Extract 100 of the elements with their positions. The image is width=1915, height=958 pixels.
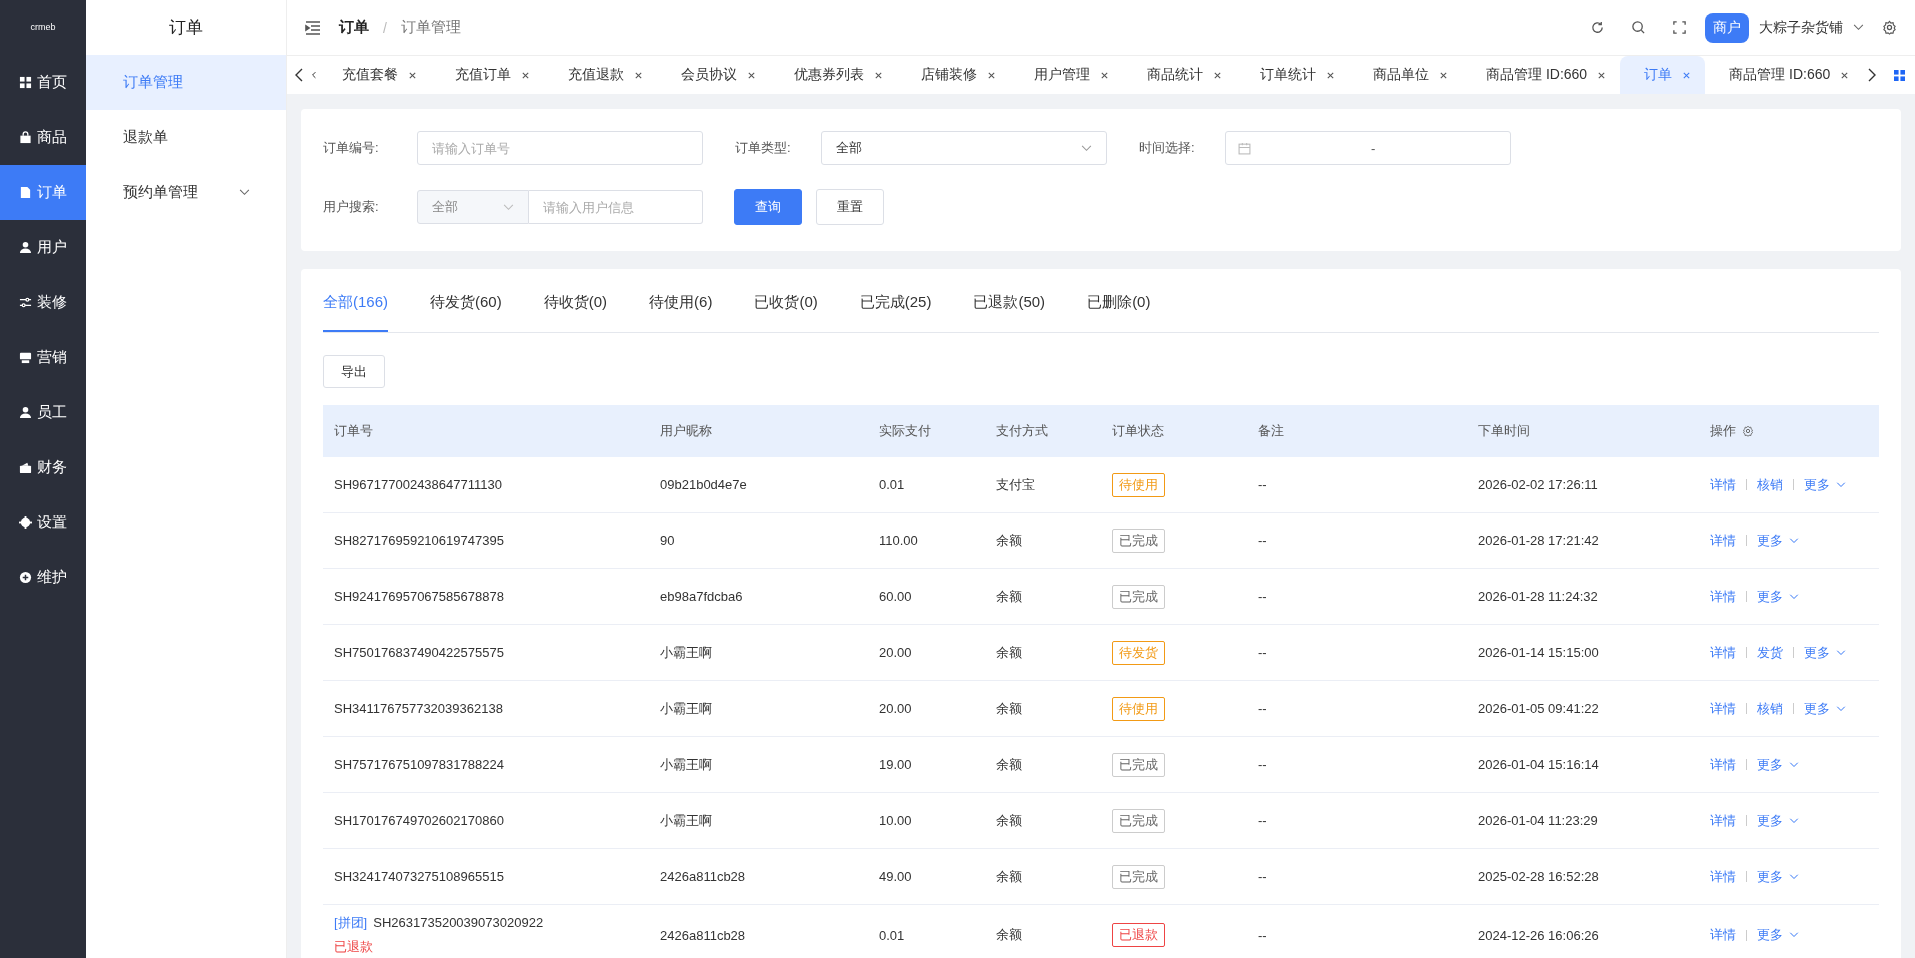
status-tab[interactable]: 已完成(25) — [859, 277, 932, 332]
action-link[interactable]: 核销 — [1757, 699, 1783, 718]
close-icon[interactable] — [987, 70, 996, 80]
field-label: 用户搜索: — [323, 198, 380, 216]
grid-icon[interactable] — [1894, 69, 1905, 81]
search-button[interactable]: 查询 — [734, 189, 802, 225]
page-tab[interactable]: 订单 — [1620, 56, 1706, 94]
status-tab[interactable]: 待发货(60) — [430, 277, 502, 332]
page-tab[interactable]: 商品管理 ID:660 — [1705, 56, 1864, 94]
page-tab[interactable]: 充值退款 — [544, 56, 657, 94]
page-tab[interactable]: 充值套餐 — [318, 56, 431, 94]
submenu-item[interactable]: 预约单管理 — [86, 165, 286, 220]
close-icon[interactable] — [1682, 70, 1692, 80]
date-range-field[interactable]: - — [1225, 131, 1511, 165]
action-link[interactable]: 更多 — [1757, 755, 1783, 774]
nav-item[interactable]: 用户 — [0, 220, 86, 275]
action-link[interactable]: 详情 — [1710, 699, 1736, 718]
nav-item[interactable]: 商品 — [0, 110, 86, 165]
table-cell: 2426a811cb28 — [660, 869, 746, 884]
close-icon[interactable] — [1213, 70, 1222, 80]
settings-icon[interactable] — [1882, 20, 1897, 35]
order-number: SH757176751097831788224 — [334, 757, 504, 772]
close-icon[interactable] — [1597, 70, 1607, 80]
user-type-select[interactable]: 全部 — [417, 190, 529, 224]
page-tab[interactable]: 会员协议 — [657, 56, 770, 94]
status-tab[interactable]: 全部(166) — [323, 277, 389, 332]
action-link[interactable]: 更多 — [1804, 643, 1830, 662]
table-cell: 小霸王啊 — [660, 643, 712, 662]
submenu-item[interactable]: 退款单 — [86, 110, 286, 165]
order-number-field[interactable]: 请输入订单号 — [417, 131, 703, 165]
table-cell: 余额 — [996, 811, 1022, 830]
status-tag: 待使用 — [1112, 472, 1165, 497]
page-tab[interactable]: 商品单位 — [1349, 56, 1462, 94]
table-cell: 19.00 — [879, 757, 912, 772]
chevron-left-icon[interactable] — [294, 68, 304, 82]
close-icon[interactable] — [521, 70, 530, 80]
close-icon[interactable] — [747, 70, 756, 80]
fullscreen-icon[interactable] — [1672, 20, 1687, 35]
page-tab[interactable]: 订单统计 — [1236, 56, 1349, 94]
status-tab[interactable]: 已退款(50) — [973, 277, 1046, 332]
close-icon[interactable] — [1326, 70, 1335, 80]
action-link[interactable]: 详情 — [1710, 531, 1736, 550]
chevron-right-icon[interactable] — [1867, 68, 1877, 82]
nav-item[interactable]: 员工 — [0, 385, 86, 440]
action-link[interactable]: 详情 — [1710, 475, 1736, 494]
shop-name[interactable]: 大粽子杂货铺 — [1759, 18, 1843, 37]
action-link[interactable]: 更多 — [1804, 475, 1830, 494]
page-tab[interactable]: 商品统计 — [1123, 56, 1236, 94]
page-tab[interactable]: 用户管理 — [1010, 56, 1123, 94]
order-type-select[interactable]: 全部 — [821, 131, 1107, 165]
page-tab[interactable]: 商品管理 ID:660 — [1462, 56, 1621, 94]
status-tab[interactable]: 待收货(0) — [543, 277, 608, 332]
action-link[interactable]: 详情 — [1710, 587, 1736, 606]
nav-item[interactable]: 财务 — [0, 440, 86, 495]
nav-item[interactable]: 首页 — [0, 55, 86, 110]
page-tab[interactable]: 充值订单 — [431, 56, 544, 94]
action-link[interactable]: 更多 — [1757, 587, 1783, 606]
action-link[interactable]: 更多 — [1757, 811, 1783, 830]
user-search-field[interactable]: 请输入用户信息 — [529, 190, 703, 224]
page-tab[interactable]: 店铺装修 — [897, 56, 1010, 94]
action-link[interactable]: 核销 — [1757, 475, 1783, 494]
status-tab[interactable]: 待使用(6) — [649, 277, 713, 332]
close-icon[interactable] — [1439, 70, 1448, 80]
close-icon[interactable] — [1840, 70, 1850, 80]
nav-item[interactable]: 维护 — [0, 550, 86, 605]
close-icon[interactable] — [1100, 70, 1109, 80]
reset-button[interactable]: 重置 — [816, 189, 884, 225]
caret-icon[interactable] — [1853, 24, 1864, 31]
column-header: 支付方式 — [996, 422, 1048, 440]
action-link[interactable]: 详情 — [1710, 643, 1736, 662]
nav-item[interactable]: 营销 — [0, 330, 86, 385]
action-link[interactable]: 更多 — [1757, 926, 1783, 944]
breadcrumb-item: 订单管理 — [400, 18, 461, 37]
action-link[interactable]: 更多 — [1757, 531, 1783, 550]
action-link[interactable]: 更多 — [1804, 699, 1830, 718]
close-icon[interactable] — [874, 70, 883, 80]
table-cell: -- — [1258, 927, 1267, 943]
close-icon[interactable] — [408, 70, 417, 80]
action-link[interactable]: 发货 — [1757, 643, 1783, 662]
breadcrumb-item[interactable]: 订单 — [339, 18, 369, 37]
action-link[interactable]: 详情 — [1710, 867, 1736, 886]
page-tab[interactable]: 优惠券列表 — [770, 56, 897, 94]
status-tab[interactable]: 已收货(0) — [754, 277, 818, 332]
action-link[interactable]: 详情 — [1710, 811, 1736, 830]
search-icon[interactable] — [1631, 20, 1646, 35]
settings-icon[interactable] — [1742, 425, 1754, 437]
action-link[interactable]: 更多 — [1757, 867, 1783, 886]
action-link[interactable]: 详情 — [1710, 755, 1736, 774]
nav-item[interactable]: 订单 — [0, 165, 86, 220]
close-icon[interactable] — [634, 70, 643, 80]
submenu-item[interactable]: 订单管理 — [86, 55, 286, 110]
export-button[interactable]: 导出 — [323, 355, 385, 388]
nav-item[interactable]: 装修 — [0, 275, 86, 330]
nav-item[interactable]: 设置 — [0, 495, 86, 550]
action-link[interactable]: 详情 — [1710, 926, 1736, 944]
table-cell: 2026-01-04 11:23:29 — [1478, 813, 1598, 828]
status-tab[interactable]: 已删除(0) — [1087, 277, 1151, 332]
menu-icon[interactable] — [305, 20, 321, 35]
refresh-icon[interactable] — [1590, 20, 1605, 35]
group-tag: [拼团] — [334, 915, 368, 930]
